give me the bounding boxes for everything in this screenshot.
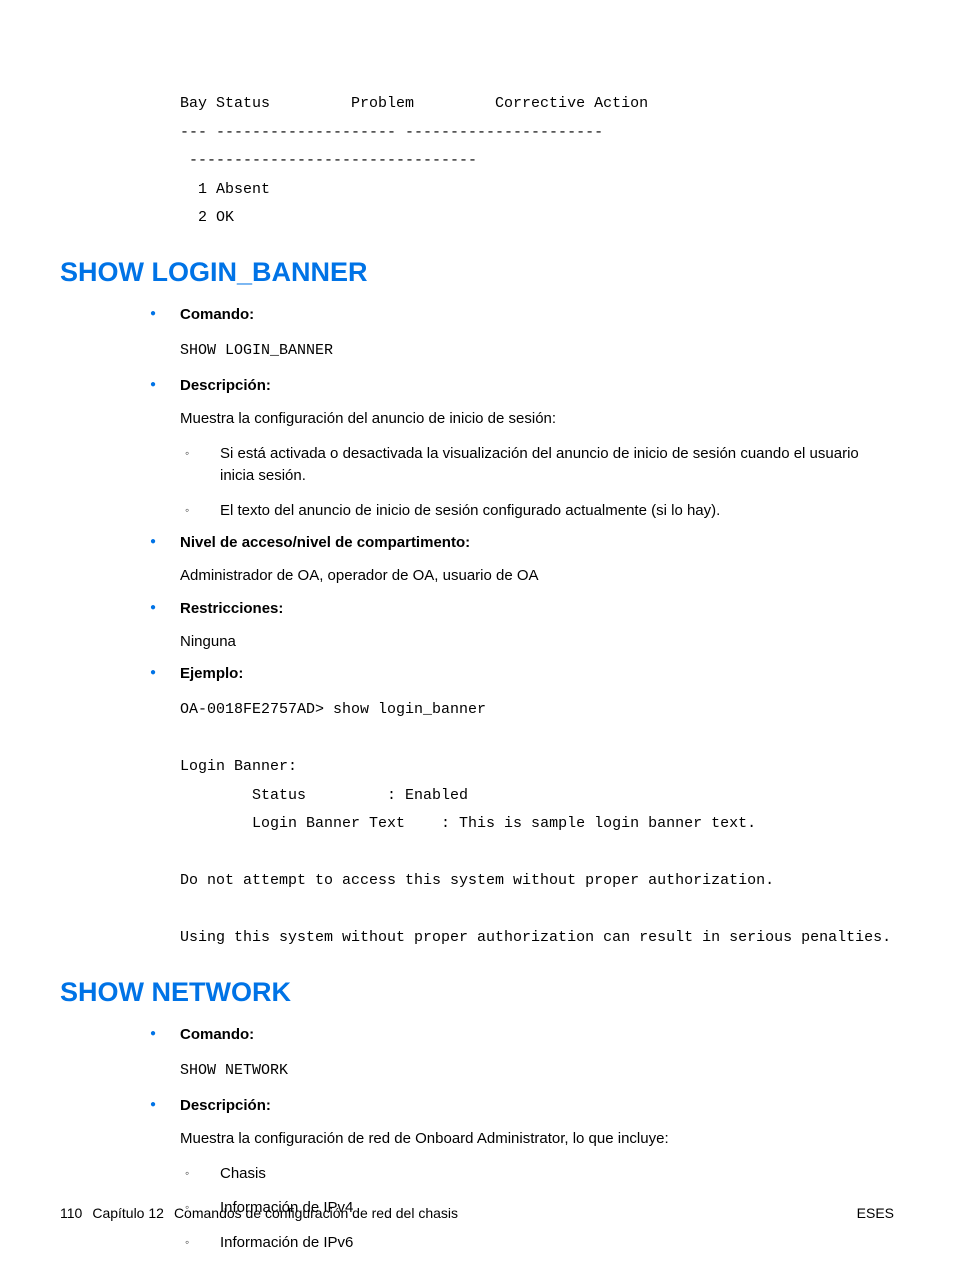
descripcion-text: Muestra la configuración del anuncio de … [180,408,894,431]
page-footer: 110 Capítulo 12 Comandos de configuració… [60,1205,894,1221]
section1-list-ejemplo: Ejemplo: [150,665,894,682]
section1-list-desc: Descripción: [150,377,894,394]
ejemplo-text: OA-0018FE2757AD> show login_banner Login… [180,696,894,953]
sub-item: Chasis [185,1163,894,1186]
intro-code-block: Bay Status Problem Corrective Action ---… [180,90,894,233]
section1-list: Comando: [150,306,894,323]
chapter-title: Comandos de configuración de red del cha… [174,1205,458,1221]
descripcion-sublist: Si está activada o desactivada la visual… [185,443,894,523]
section-heading-login-banner: SHOW LOGIN_BANNER [60,257,894,288]
sub-item: Información de IPv6 [185,1232,894,1255]
footer-right: ESES [857,1205,894,1221]
restr-text: Ninguna [180,631,894,654]
descripcion-label-2: Descripción: [180,1097,271,1114]
comando-label: Comando: [180,306,254,323]
comando-value-2: SHOW NETWORK [180,1057,894,1086]
page-number: 110 [60,1205,82,1221]
nivel-label: Nivel de acceso/nivel de compartimento: [180,534,470,551]
sub-item: El texto del anuncio de inicio de sesión… [185,500,894,523]
chapter-label: Capítulo 12 [92,1205,164,1221]
descripcion-label: Descripción: [180,377,271,394]
section2-list: Comando: [150,1026,894,1043]
descripcion-text-2: Muestra la configuración de red de Onboa… [180,1128,894,1151]
section2-list-desc: Descripción: [150,1097,894,1114]
sub-item: Si está activada o desactivada la visual… [185,443,894,488]
comando-value: SHOW LOGIN_BANNER [180,337,894,366]
section1-list-nivel: Nivel de acceso/nivel de compartimento: [150,534,894,551]
comando-label-2: Comando: [180,1026,254,1043]
section-heading-network: SHOW NETWORK [60,977,894,1008]
ejemplo-label: Ejemplo: [180,665,243,682]
nivel-text: Administrador de OA, operador de OA, usu… [180,565,894,588]
restr-label: Restricciones: [180,600,283,617]
section1-list-restr: Restricciones: [150,600,894,617]
